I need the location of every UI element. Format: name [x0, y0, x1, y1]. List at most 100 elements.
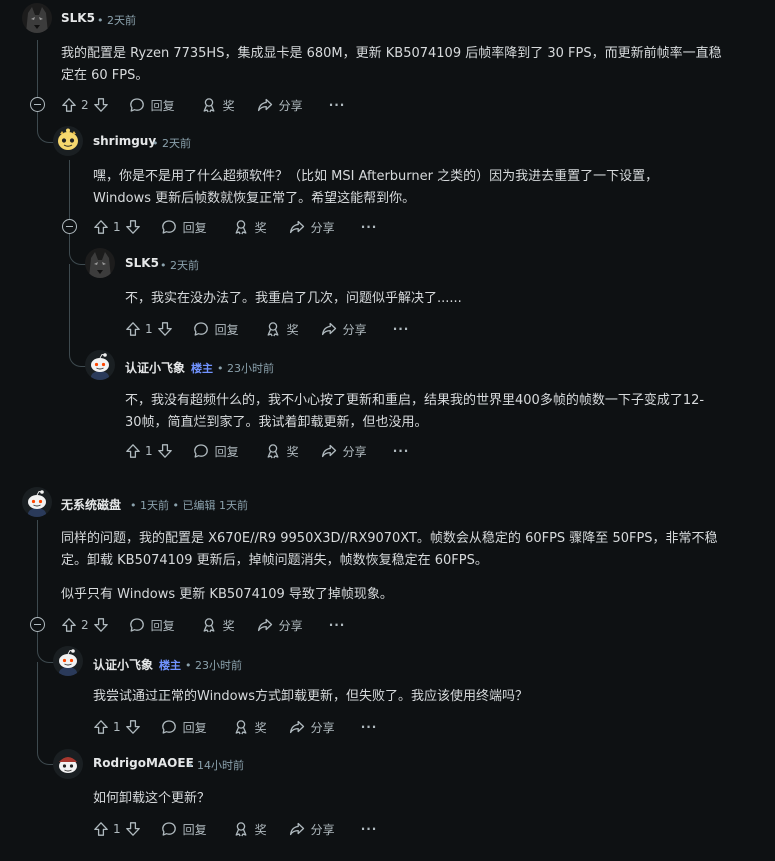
share-icon: [321, 321, 337, 337]
share-button[interactable]: 分享: [289, 219, 335, 236]
reply-label: 回复: [182, 720, 207, 735]
reply-button[interactable]: 回复: [129, 97, 175, 114]
avatar[interactable]: [53, 749, 83, 779]
upvote-button[interactable]: [125, 321, 141, 337]
op-badge: 楼主: [191, 362, 214, 375]
comment-author[interactable]: SLK5: [61, 11, 95, 25]
reply-button[interactable]: 回复: [161, 821, 207, 838]
more-options-button[interactable]: ···: [361, 720, 378, 734]
comment-author[interactable]: RodrigoMAOEE: [93, 756, 194, 770]
award-button[interactable]: 奖: [265, 321, 299, 338]
award-label: 奖: [254, 220, 267, 235]
comment-timestamp: • 23小时前: [185, 659, 242, 672]
comment-actions: 2 回复 奖 分享 ···: [61, 94, 345, 116]
reply-button[interactable]: 回复: [129, 617, 175, 634]
comment-text-line: 我的配置是 Ryzen 7735HS，集成显卡是 680M，更新 KB50741…: [61, 46, 722, 61]
upvote-button[interactable]: [93, 219, 109, 235]
wolf-avatar-icon: [85, 248, 115, 278]
vote-group: 1: [93, 821, 141, 837]
share-label: 分享: [342, 322, 367, 337]
upvote-button[interactable]: [61, 617, 77, 633]
more-options-button[interactable]: ···: [329, 98, 346, 112]
award-icon: [265, 321, 281, 337]
comment-actions: 1 回复 奖 分享 ···: [125, 318, 409, 340]
downvote-button[interactable]: [93, 617, 109, 633]
upvote-button[interactable]: [93, 821, 109, 837]
award-button[interactable]: 奖: [233, 719, 267, 736]
more-options-button[interactable]: ···: [361, 822, 378, 836]
award-button[interactable]: 奖: [201, 617, 235, 634]
vote-count: 1: [145, 322, 153, 336]
more-options-button[interactable]: ···: [361, 220, 378, 234]
avatar[interactable]: [22, 487, 52, 517]
avatar[interactable]: [85, 248, 115, 278]
share-label: 分享: [310, 720, 335, 735]
reply-button[interactable]: 回复: [161, 719, 207, 736]
yellow-snoo-avatar-icon: [53, 126, 83, 156]
comment-text-line: 嘿，你是不是用了什么超频软件？（比如 MSI Afterburner 之类的）因…: [93, 169, 659, 184]
downvote-icon: [157, 321, 173, 337]
more-options-button[interactable]: ···: [393, 322, 410, 336]
reply-icon: [129, 617, 145, 633]
avatar[interactable]: [85, 350, 115, 380]
award-icon: [233, 821, 249, 837]
award-button[interactable]: 奖: [201, 97, 235, 114]
upvote-icon: [125, 321, 141, 337]
reply-button[interactable]: 回复: [193, 443, 239, 460]
reply-button[interactable]: 回复: [161, 219, 207, 236]
downvote-button[interactable]: [125, 719, 141, 735]
share-button[interactable]: 分享: [257, 97, 303, 114]
vote-group: 2: [61, 617, 109, 633]
comment-author[interactable]: 认证小飞象: [125, 361, 185, 375]
comment-text-line: 定。卸载 KB5074109 更新后，掉帧问题消失，帧数恢复稳定在 60FPS。: [61, 553, 488, 568]
comment-timestamp: • 2天前: [152, 137, 191, 150]
award-button[interactable]: 奖: [233, 821, 267, 838]
comment-text-line: [61, 572, 766, 584]
upvote-button[interactable]: [93, 719, 109, 735]
share-button[interactable]: 分享: [289, 719, 335, 736]
comment-text-line: 不，我没有超频什么的，我不小心按了更新和重启，结果我的世界里400多帧的帧数一下…: [125, 393, 705, 408]
collapse-thread-button[interactable]: [62, 219, 77, 234]
collapse-thread-button[interactable]: [30, 617, 45, 632]
upvote-button[interactable]: [61, 97, 77, 113]
comment-author[interactable]: shrimguy: [93, 134, 156, 148]
downvote-button[interactable]: [157, 443, 173, 459]
more-options-button[interactable]: ···: [393, 444, 410, 458]
comment-body: 不，我没有超频什么的，我不小心按了更新和重启，结果我的世界里400多帧的帧数一下…: [125, 390, 765, 434]
comment-timestamp: • 23小时前: [217, 362, 274, 375]
collapse-thread-button[interactable]: [30, 97, 45, 112]
share-button[interactable]: 分享: [321, 321, 367, 338]
upvote-icon: [93, 219, 109, 235]
comment-text-line: 似乎只有 Windows 更新 KB5074109 导致了掉帧现象。: [61, 587, 393, 602]
downvote-button[interactable]: [157, 321, 173, 337]
thread-elbow: [37, 112, 54, 143]
comment-actions: 1 回复 奖 分享 ···: [93, 716, 377, 738]
comment-author[interactable]: 认证小飞象: [93, 658, 153, 672]
share-button[interactable]: 分享: [321, 443, 367, 460]
downvote-icon: [125, 219, 141, 235]
upvote-button[interactable]: [125, 443, 141, 459]
more-options-button[interactable]: ···: [329, 618, 346, 632]
reply-button[interactable]: 回复: [193, 321, 239, 338]
share-button[interactable]: 分享: [289, 821, 335, 838]
downvote-button[interactable]: [125, 219, 141, 235]
comment-author[interactable]: 无系统磁盘: [61, 496, 121, 513]
award-button[interactable]: 奖: [265, 443, 299, 460]
comment-author[interactable]: SLK5: [125, 256, 159, 270]
avatar[interactable]: [22, 3, 52, 33]
downvote-button[interactable]: [93, 97, 109, 113]
award-button[interactable]: 奖: [233, 219, 267, 236]
vote-group: 1: [93, 219, 141, 235]
share-button[interactable]: 分享: [257, 617, 303, 634]
award-label: 奖: [254, 720, 267, 735]
avatar[interactable]: [53, 646, 83, 676]
comment-body: 不，我实在没办法了。我重启了几次，问题似乎解决了......: [125, 288, 765, 310]
avatar[interactable]: [53, 126, 83, 156]
downvote-button[interactable]: [125, 821, 141, 837]
op-badge: 楼主: [159, 659, 182, 672]
comment-body: 我的配置是 Ryzen 7735HS，集成显卡是 680M，更新 KB50741…: [61, 43, 761, 87]
award-icon: [201, 97, 217, 113]
snoo-avatar-icon: [85, 350, 115, 380]
upvote-icon: [61, 617, 77, 633]
upvote-icon: [125, 443, 141, 459]
